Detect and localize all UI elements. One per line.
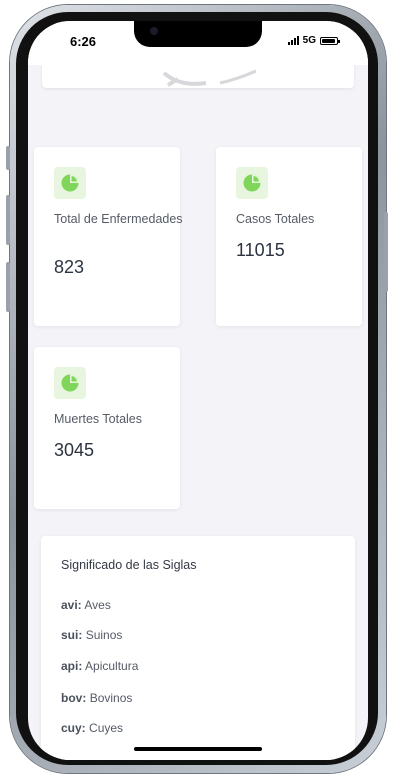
stat-card-casos-totales: Casos Totales 11015 <box>216 147 362 326</box>
stat-value: 3045 <box>54 440 95 460</box>
camera-icon <box>150 27 158 35</box>
power-button <box>384 212 388 292</box>
stat-value: 823 <box>54 257 85 277</box>
abbreviation-item: cuy: Cuyes <box>61 721 124 735</box>
status-time: 6:26 <box>70 34 97 49</box>
home-indicator[interactable] <box>134 747 262 751</box>
abbreviation-item: avi: Aves <box>61 598 111 612</box>
pie-chart-icon <box>54 167 86 199</box>
abbreviations-title: Significado de las Siglas <box>61 558 197 572</box>
screen: 6:26 5G Total de Enfermedades 823 Casos … <box>28 21 368 760</box>
abbreviations-card: Significado de las Siglas avi: Aves sui:… <box>41 536 355 760</box>
stat-card-total-enfermedades: Total de Enfermedades 823 <box>34 147 183 326</box>
network-type: 5G <box>302 35 316 46</box>
stat-value: 11015 <box>236 240 285 260</box>
volume-down-button <box>6 262 10 312</box>
stat-card-muertes-totales: Muertes Totales 3045 <box>34 347 180 509</box>
abbreviation-item: api: Apicultura <box>61 659 139 673</box>
battery-level <box>322 38 335 43</box>
chart-fragment-icon <box>162 69 257 87</box>
stat-label: Total de Enfermedades <box>54 212 183 226</box>
signal-icon <box>287 36 299 45</box>
abbreviation-item: sui: Suinos <box>61 628 123 642</box>
notch <box>134 21 262 47</box>
volume-up-button <box>6 195 10 245</box>
battery-icon <box>320 36 340 45</box>
status-icons: 5G <box>287 35 340 46</box>
mute-switch <box>6 146 10 170</box>
pie-chart-icon <box>54 367 86 399</box>
abbreviation-item: bov: Bovinos <box>61 691 133 705</box>
stat-label: Casos Totales <box>236 212 315 226</box>
pie-chart-icon <box>236 167 268 199</box>
stat-label: Muertes Totales <box>54 412 143 426</box>
